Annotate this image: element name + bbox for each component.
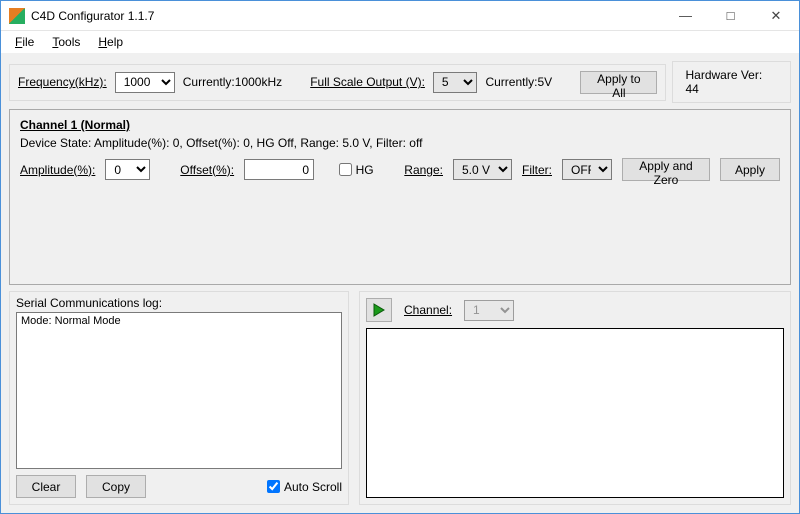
hg-checkbox[interactable]: [339, 163, 352, 176]
minimize-button[interactable]: —: [663, 1, 708, 30]
bottom-split: Serial Communications log: Mode: Normal …: [9, 291, 791, 505]
client-area: Frequency(kHz): 1000 Currently:1000kHz F…: [1, 53, 799, 513]
autoscroll-wrap[interactable]: Auto Scroll: [267, 480, 342, 494]
filter-select[interactable]: OFF: [562, 159, 612, 180]
menu-tools-label: ools: [58, 35, 80, 49]
window-title: C4D Configurator 1.1.7: [31, 9, 663, 23]
frequency-select[interactable]: 1000: [115, 72, 175, 93]
log-textarea[interactable]: Mode: Normal Mode: [16, 312, 342, 469]
menu-tools[interactable]: Tools: [44, 33, 88, 51]
titlebar: C4D Configurator 1.1.7 — □ ✕: [1, 1, 799, 31]
menu-help-label: elp: [107, 35, 123, 49]
fso-select[interactable]: 5: [433, 72, 478, 93]
log-panel: Serial Communications log: Mode: Normal …: [9, 291, 349, 505]
channel-controls-row: Amplitude(%): 0 Offset(%): HG Range: 5.0…: [20, 158, 780, 181]
filter-label: Filter:: [522, 163, 552, 177]
plot-channel-label: Channel:: [404, 303, 452, 317]
maximize-button[interactable]: □: [708, 1, 753, 30]
hardware-version: Hardware Ver: 44: [672, 61, 791, 103]
autoscroll-checkbox[interactable]: [267, 480, 280, 493]
plot-controls-row: Channel: 1: [366, 298, 784, 322]
menu-file[interactable]: File: [7, 33, 42, 51]
plot-panel: Channel: 1: [359, 291, 791, 505]
app-icon: [9, 8, 25, 24]
offset-input[interactable]: [244, 159, 314, 180]
play-button[interactable]: [366, 298, 392, 322]
log-label: Serial Communications log:: [16, 296, 342, 310]
range-label: Range:: [404, 163, 443, 177]
plot-area: [366, 328, 784, 498]
menu-file-label: ile: [22, 35, 34, 49]
window-controls: — □ ✕: [663, 1, 799, 30]
close-button[interactable]: ✕: [753, 1, 799, 30]
frequency-current: Currently:1000kHz: [183, 75, 282, 89]
offset-label: Offset(%):: [180, 163, 234, 177]
channel-state: Device State: Amplitude(%): 0, Offset(%)…: [20, 136, 780, 150]
global-config-row: Frequency(kHz): 1000 Currently:1000kHz F…: [9, 61, 791, 103]
fso-current: Currently:5V: [485, 75, 552, 89]
amplitude-label: Amplitude(%):: [20, 163, 95, 177]
global-config-group: Frequency(kHz): 1000 Currently:1000kHz F…: [9, 64, 666, 101]
amplitude-select[interactable]: 0: [105, 159, 149, 180]
clear-button[interactable]: Clear: [16, 475, 76, 498]
copy-button[interactable]: Copy: [86, 475, 146, 498]
frequency-label: Frequency(kHz):: [18, 75, 107, 89]
play-icon: [373, 303, 385, 317]
hg-checkbox-wrap[interactable]: HG: [339, 163, 374, 177]
apply-to-all-button[interactable]: Apply to All: [580, 71, 657, 94]
hg-label: HG: [356, 163, 374, 177]
autoscroll-label: Auto Scroll: [284, 480, 342, 494]
log-buttons-row: Clear Copy Auto Scroll: [16, 475, 342, 498]
menu-help[interactable]: Help: [90, 33, 131, 51]
channel-panel: Channel 1 (Normal) Device State: Amplitu…: [9, 109, 791, 285]
channel-title: Channel 1 (Normal): [20, 118, 780, 132]
menubar: File Tools Help: [1, 31, 799, 53]
plot-channel-select: 1: [464, 300, 514, 321]
apply-button[interactable]: Apply: [720, 158, 780, 181]
apply-and-zero-button[interactable]: Apply and Zero: [622, 158, 710, 181]
fso-label: Full Scale Output (V):: [310, 75, 425, 89]
hardware-version-label: Hardware Ver: 44: [685, 68, 778, 96]
range-select[interactable]: 5.0 V: [453, 159, 512, 180]
